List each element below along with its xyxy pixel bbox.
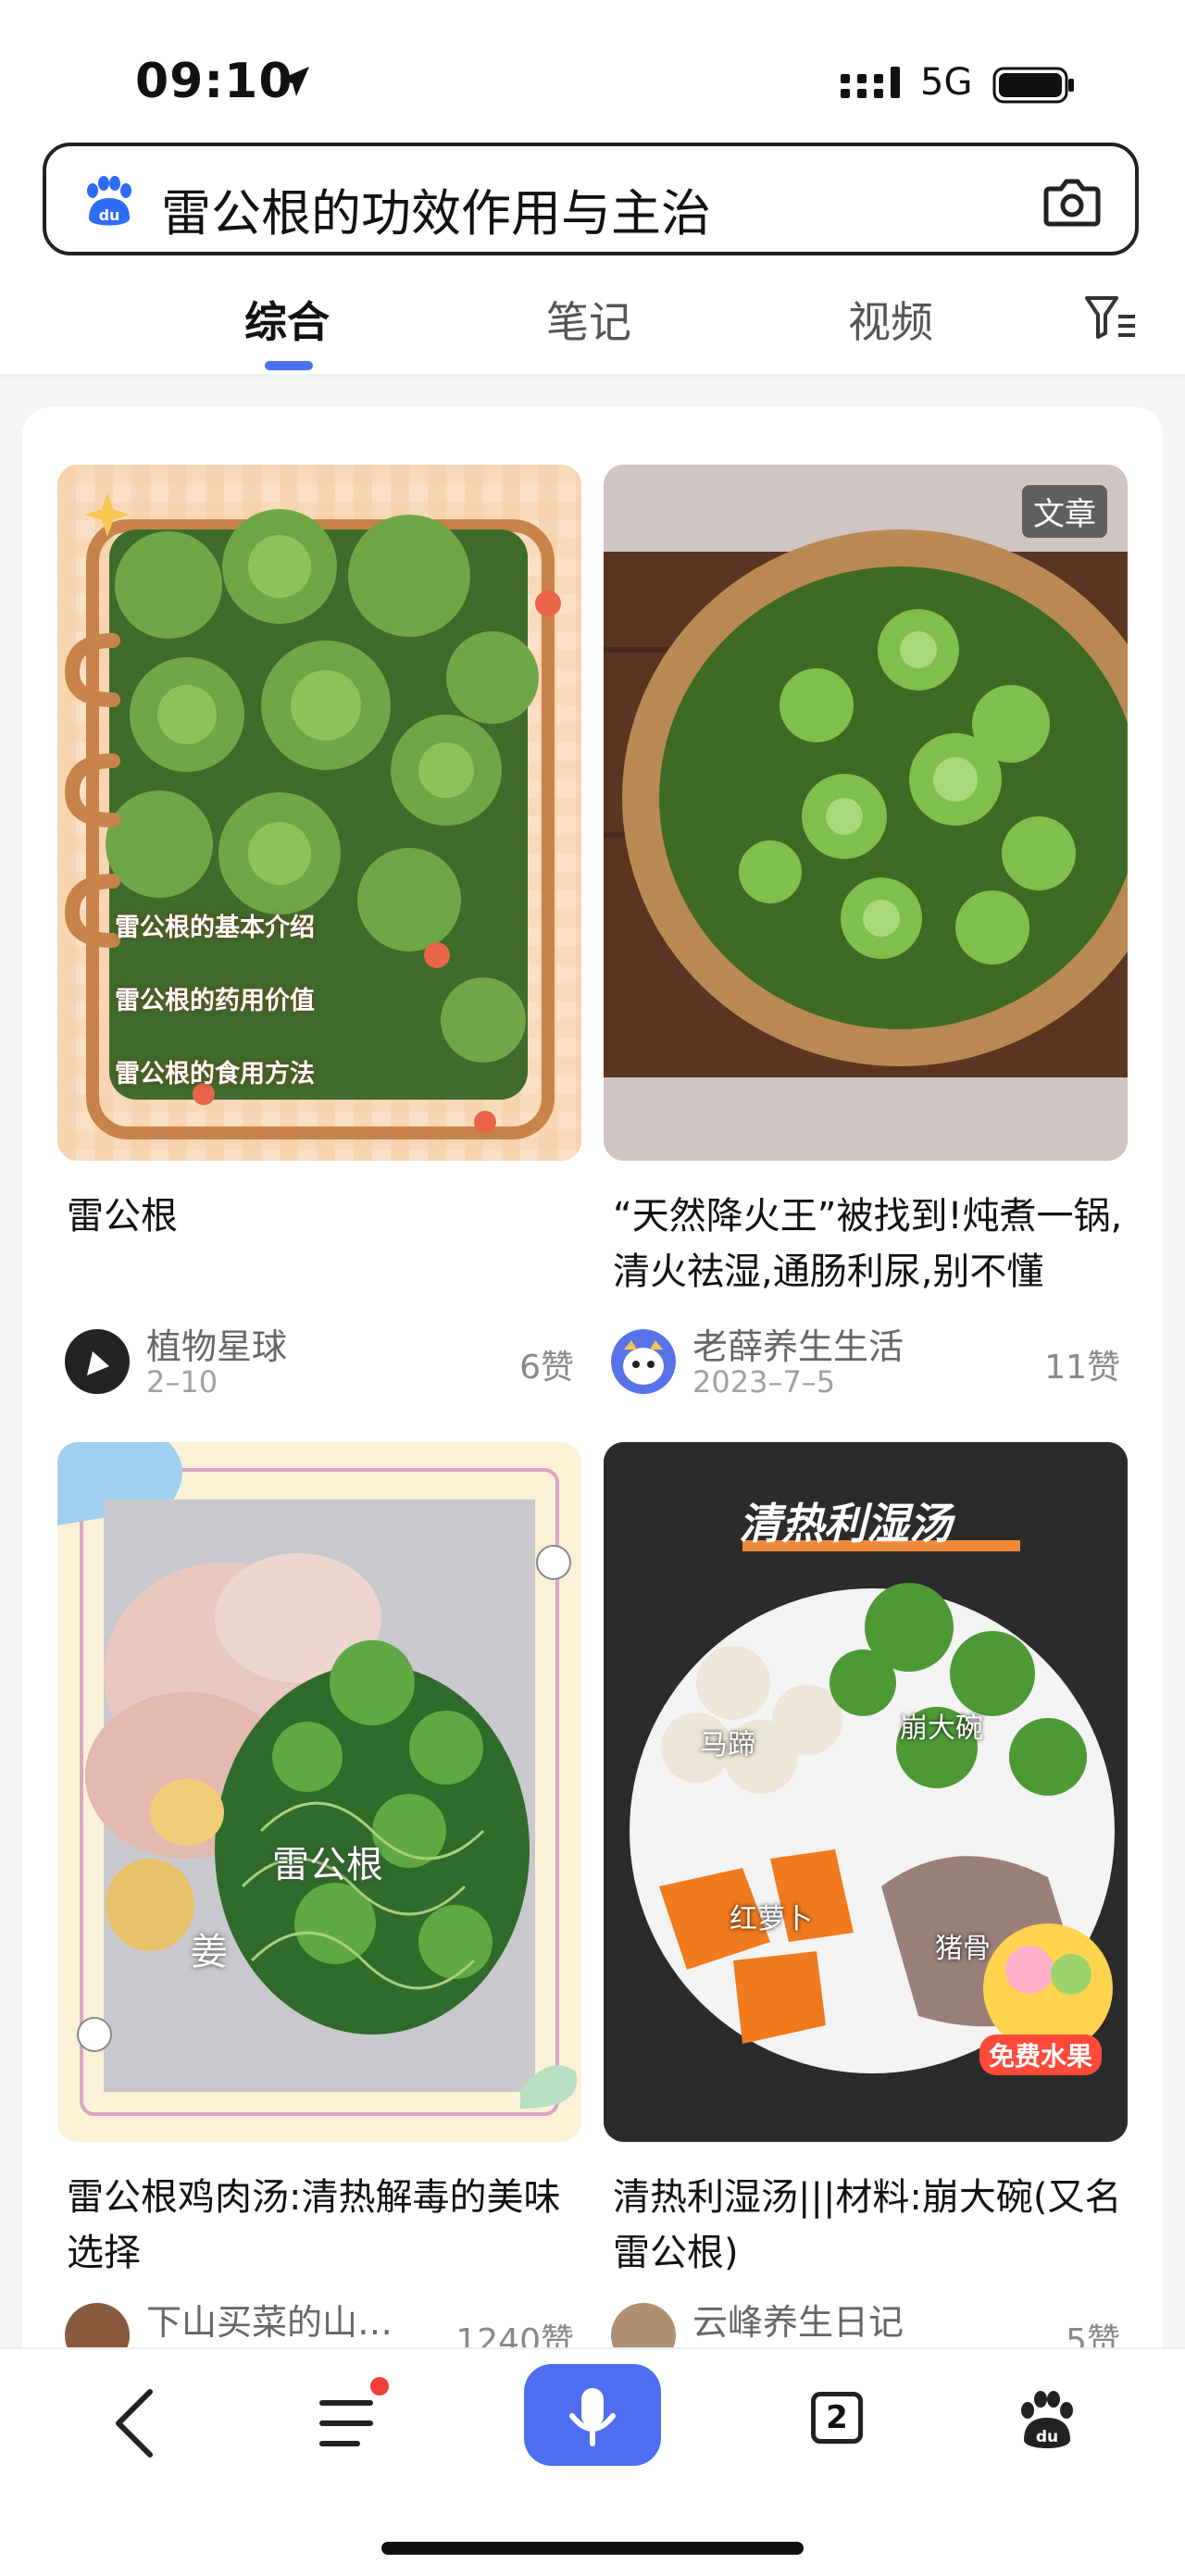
image-caption-line: 雷公根的食用方法 (115, 1060, 315, 1089)
tab-general[interactable]: 综合 (244, 289, 330, 350)
tab-videos[interactable]: 视频 (848, 289, 933, 350)
location-arrow-icon (280, 67, 309, 96)
status-time: 09:10 (135, 54, 293, 109)
baidu-paw-icon: du (87, 176, 131, 226)
filter-icon[interactable] (1085, 294, 1137, 341)
status-bar: 09:10 5G (0, 0, 1185, 139)
author-name[interactable]: 老薛养生生活 (692, 1318, 904, 1369)
like-count: 11赞 (1044, 1349, 1120, 1387)
result-tabs: 综合 笔记 视频 (0, 274, 1185, 376)
post-date: 2023–7–5 (692, 1364, 836, 1400)
author-name[interactable]: 下山买菜的山… (146, 2294, 393, 2345)
image-caption-line: 雷公根的基本介绍 (115, 914, 315, 942)
microphone-icon (569, 2388, 616, 2446)
bottom-navigation: 2 du (0, 2347, 1185, 2576)
like-count: 6赞 (519, 1349, 574, 1387)
herb-basket-image (604, 465, 1128, 1161)
feed-card[interactable]: 清热利湿汤 马蹄 崩大碗 红萝卜 猪骨 免费水果 清热利湿汤|||材料:崩大碗(… (604, 1442, 1131, 2368)
card-image[interactable]: 雷公根 姜 (57, 1442, 581, 2142)
image-label: 雷公根 (272, 1844, 383, 1886)
avatar[interactable] (611, 1329, 676, 1394)
battery-icon (992, 67, 1074, 104)
camera-icon[interactable] (1042, 174, 1102, 230)
feed-card[interactable]: 雷公根的基本介绍 雷公根的药用价值 雷公根的食用方法 雷公根 植物星球 2–10… (57, 465, 581, 1409)
baidu-paw-icon[interactable]: du (1015, 2386, 1079, 2451)
svg-text:du: du (99, 206, 120, 224)
card-title[interactable]: “天然降火王”被找到!炖煮一锅,清火祛湿,通肠利尿,别不懂 (613, 1188, 1131, 1300)
image-title: 清热利湿汤 (739, 1499, 952, 1549)
author-name[interactable]: 云峰养生日记 (692, 2294, 904, 2345)
search-query[interactable]: 雷公根的功效作用与主治 (161, 172, 711, 245)
voice-search-button[interactable] (524, 2364, 661, 2466)
network-type: 5G (920, 61, 973, 104)
back-icon[interactable] (109, 2386, 161, 2460)
image-label: 姜 (191, 1931, 228, 1973)
signal-icon (841, 67, 900, 98)
avatar[interactable] (65, 1329, 130, 1394)
card-title[interactable]: 雷公根 (67, 1188, 585, 1244)
feed-card[interactable]: 雷公根 姜 雷公根鸡肉汤:清热解毒的美味选择 下山买菜的山… 1240赞 (57, 1442, 581, 2368)
feed-card[interactable]: 文章 “天然降火王”被找到!炖煮一锅,清火祛湿,通肠利尿,别不懂 老薛养生生活 … (604, 465, 1128, 1409)
image-label: 崩大碗 (900, 1712, 983, 1745)
post-date: 2–10 (146, 1364, 218, 1400)
chicken-soup-ingredients-image (57, 1442, 581, 2142)
author-name[interactable]: 植物星球 (146, 1318, 287, 1369)
image-caption-line: 雷公根的药用价值 (115, 987, 315, 1015)
image-caption-list: 雷公根的基本介绍 雷公根的药用价值 雷公根的食用方法 (115, 907, 315, 1089)
card-image[interactable]: 雷公根的基本介绍 雷公根的药用价值 雷公根的食用方法 (57, 465, 581, 1161)
menu-icon[interactable] (315, 2390, 389, 2455)
image-label: 马蹄 (700, 1729, 755, 1761)
notification-dot (370, 2377, 389, 2396)
tabs-icon[interactable]: 2 (811, 2392, 863, 2444)
card-title[interactable]: 雷公根鸡肉汤:清热解毒的美味选择 (67, 2170, 585, 2281)
free-fruit-promo[interactable]: 免费水果 (979, 2035, 1103, 2075)
search-box[interactable]: du 雷公根的功效作用与主治 (43, 143, 1139, 255)
image-label: 猪骨 (935, 1933, 991, 1965)
card-image[interactable]: 文章 (604, 465, 1128, 1161)
image-label: 红萝卜 (730, 1903, 813, 1935)
home-indicator (381, 2542, 804, 2555)
card-image[interactable]: 清热利湿汤 马蹄 崩大碗 红萝卜 猪骨 免费水果 (604, 1442, 1128, 2142)
active-tab-indicator (265, 361, 313, 370)
card-title[interactable]: 清热利湿汤|||材料:崩大碗(又名雷公根) (613, 2170, 1131, 2281)
tab-notes[interactable]: 笔记 (546, 289, 631, 350)
article-badge: 文章 (1022, 485, 1107, 538)
svg-text:du: du (1036, 2428, 1058, 2446)
